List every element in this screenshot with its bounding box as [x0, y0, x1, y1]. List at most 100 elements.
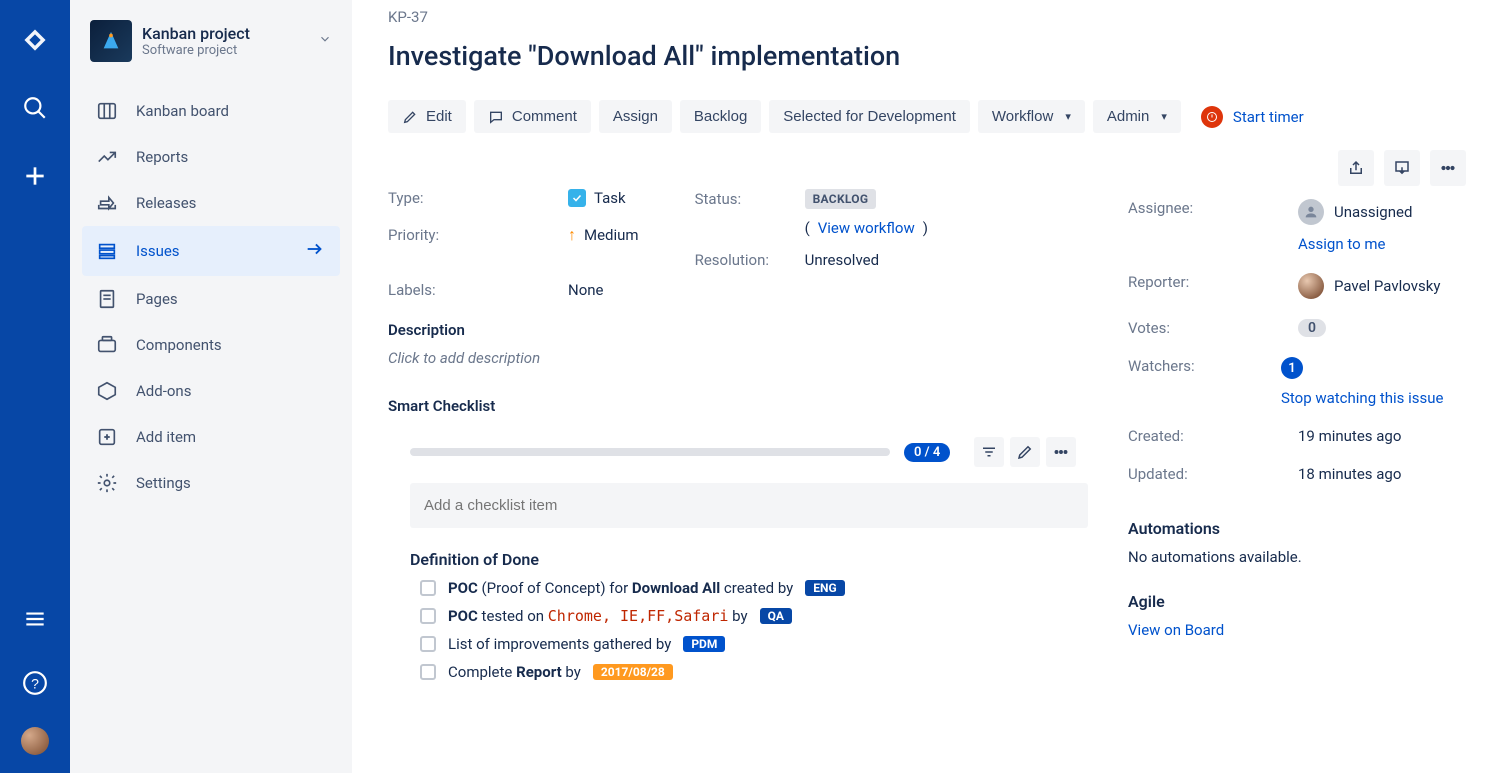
button-label: Assign [613, 108, 658, 125]
admin-dropdown[interactable]: Admin▾ [1093, 100, 1181, 133]
backlog-button[interactable]: Backlog [680, 100, 761, 133]
checklist-input-wrapper[interactable] [410, 483, 1088, 528]
checklist-count: 0 / 4 [904, 443, 950, 462]
resolution-value: Unresolved [805, 251, 879, 269]
reporter-label: Reporter: [1128, 273, 1298, 291]
automations-header: Automations [1128, 519, 1456, 538]
button-label: Backlog [694, 108, 747, 125]
item-text: (Proof of Concept) for [478, 579, 632, 597]
checklist-item[interactable]: Complete Report by 2017/08/28 [420, 663, 1088, 681]
board-icon [96, 100, 118, 122]
tag-qa: QA [760, 608, 792, 624]
addons-icon [96, 380, 118, 402]
timer-icon [1201, 106, 1223, 128]
sidebar-item-reports[interactable]: Reports [82, 134, 340, 180]
sidebar-item-label: Pages [136, 290, 178, 308]
status-lozenge[interactable]: BACKLOG [805, 189, 877, 209]
stop-watching-link[interactable]: Stop watching this issue [1281, 389, 1444, 407]
votes-label: Votes: [1128, 319, 1298, 337]
checklist-group-header: Definition of Done [410, 550, 1088, 569]
sidebar-item-settings[interactable]: Settings [82, 460, 340, 506]
workflow-dropdown[interactable]: Workflow▾ [978, 100, 1085, 133]
more-icon [1439, 159, 1457, 177]
chevron-down-icon: ▾ [1065, 110, 1071, 123]
checklist-item[interactable]: List of improvements gathered by PDM [420, 635, 1088, 653]
checklist-item[interactable]: POC tested on Chrome, IE,FF,Safari by QA [420, 607, 1088, 625]
button-label: Comment [512, 108, 577, 125]
checklist-item[interactable]: POC (Proof of Concept) for Download All … [420, 579, 1088, 597]
sidebar-item-label: Add item [136, 428, 196, 446]
button-label: Edit [426, 108, 452, 125]
assign-button[interactable]: Assign [599, 100, 672, 133]
project-switcher[interactable]: Kanban project Software project [82, 16, 340, 80]
sidebar-item-issues[interactable]: Issues [82, 226, 340, 276]
issue-view: KP-37 Investigate "Download All" impleme… [352, 0, 1490, 773]
checkbox[interactable] [420, 636, 436, 652]
checkbox[interactable] [420, 664, 436, 680]
checklist-edit-button[interactable] [1010, 437, 1040, 467]
checklist-filter-button[interactable] [974, 437, 1004, 467]
checklist-header: Smart Checklist [388, 397, 1088, 415]
user-avatar-icon[interactable] [21, 727, 49, 755]
status-label: Status: [695, 190, 805, 208]
add-icon[interactable] [15, 156, 55, 196]
button-label: Admin [1107, 108, 1150, 125]
help-icon[interactable]: ? [15, 663, 55, 703]
unassigned-avatar-icon [1298, 199, 1324, 225]
button-label: Selected for Development [783, 108, 956, 125]
assign-to-me-link[interactable]: Assign to me [1298, 235, 1386, 253]
item-text: Complete [448, 663, 516, 681]
priority-medium-icon: ↑ [568, 225, 576, 245]
description-placeholder[interactable]: Click to add description [388, 349, 1088, 367]
sidebar-item-label: Reports [136, 148, 188, 166]
add-item-icon [96, 426, 118, 448]
labels-value[interactable]: None [568, 281, 604, 299]
reporter-value[interactable]: Pavel Pavlovsky [1334, 277, 1440, 295]
checkbox[interactable] [420, 580, 436, 596]
menu-icon[interactable] [15, 599, 55, 639]
start-timer-button[interactable]: Start timer [1201, 106, 1304, 128]
sidebar-item-components[interactable]: Components [82, 322, 340, 368]
sidebar-item-add-ons[interactable]: Add-ons [82, 368, 340, 414]
jira-logo-icon[interactable] [15, 20, 55, 60]
resolution-label: Resolution: [695, 251, 805, 269]
more-actions-button[interactable] [1430, 150, 1466, 186]
share-button[interactable] [1338, 150, 1374, 186]
item-bold: Download All [632, 579, 720, 597]
priority-value[interactable]: ↑ Medium [568, 225, 639, 245]
checklist-input[interactable] [424, 497, 1074, 514]
svg-text:?: ? [31, 675, 39, 691]
releases-icon [96, 192, 118, 214]
view-on-board-link[interactable]: View on Board [1128, 621, 1224, 639]
checkbox[interactable] [420, 608, 436, 624]
chevron-down-icon [318, 32, 332, 50]
assignee-value[interactable]: Unassigned [1334, 203, 1412, 221]
search-icon[interactable] [15, 88, 55, 128]
comment-button[interactable]: Comment [474, 100, 591, 133]
checklist-more-button[interactable] [1046, 437, 1076, 467]
selected-for-dev-button[interactable]: Selected for Development [769, 100, 970, 133]
view-workflow-link[interactable]: View workflow [818, 219, 915, 237]
export-button[interactable] [1384, 150, 1420, 186]
priority-text: Medium [584, 226, 639, 244]
sidebar-item-releases[interactable]: Releases [82, 180, 340, 226]
sidebar-item-add-item[interactable]: Add item [82, 414, 340, 460]
type-value[interactable]: Task [568, 189, 626, 207]
arrow-right-icon [304, 238, 326, 264]
sidebar-item-kanban-board[interactable]: Kanban board [82, 88, 340, 134]
edit-button[interactable]: Edit [388, 100, 466, 133]
watchers-label: Watchers: [1128, 357, 1281, 375]
item-text: by [728, 607, 747, 625]
reports-icon [96, 146, 118, 168]
tag-pdm: PDM [683, 636, 725, 652]
issue-title: Investigate "Download All" implementatio… [388, 40, 1466, 72]
votes-count[interactable]: 0 [1298, 319, 1326, 337]
global-rail: ? [0, 0, 70, 773]
item-text: by [562, 663, 581, 681]
watchers-count[interactable]: 1 [1281, 357, 1303, 379]
type-label: Type: [388, 189, 568, 207]
issue-key[interactable]: KP-37 [388, 8, 1466, 26]
task-type-icon [568, 189, 586, 207]
filter-icon [980, 443, 998, 461]
sidebar-item-pages[interactable]: Pages [82, 276, 340, 322]
